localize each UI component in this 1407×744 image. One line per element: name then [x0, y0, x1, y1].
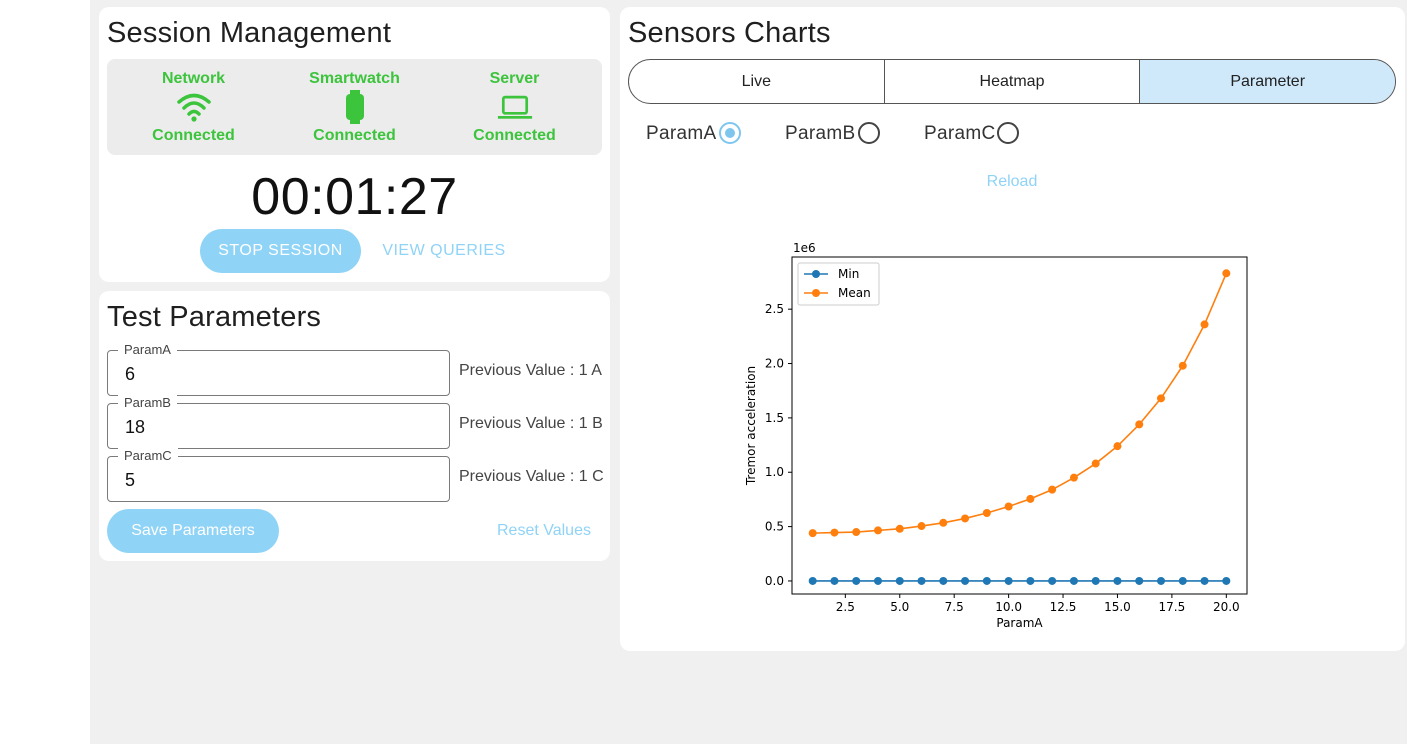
x-tick-label: 20.0	[1213, 600, 1240, 614]
data-point-mean	[939, 518, 948, 527]
data-point-mean	[982, 509, 991, 518]
session-timer: 00:01:27	[251, 168, 458, 226]
save-parameters-button[interactable]: Save Parameters	[107, 509, 279, 553]
x-tick-label: 12.5	[1050, 600, 1077, 614]
param-a-field[interactable]: ParamA 6	[107, 342, 450, 396]
data-point-min	[1178, 576, 1187, 585]
data-point-min	[1026, 576, 1035, 585]
data-point-mean	[961, 514, 970, 523]
params-title: Test Parameters	[107, 301, 322, 333]
data-point-mean	[1113, 442, 1122, 451]
data-point-min	[1135, 576, 1144, 585]
data-point-mean	[1004, 502, 1013, 511]
data-point-mean	[1178, 361, 1187, 370]
param-c-field[interactable]: ParamC 5	[107, 448, 450, 502]
param-c-label: ParamC	[118, 448, 178, 463]
data-point-mean	[1026, 494, 1035, 503]
status-server-state: Connected	[473, 127, 556, 144]
legend-label-min: Min	[838, 267, 859, 281]
connection-status-panel: Network Connected Smartwatch Connected S…	[107, 59, 602, 155]
data-point-mean	[830, 528, 839, 537]
data-point-min	[1069, 576, 1078, 585]
laptop-icon	[497, 95, 532, 119]
data-point-min	[1004, 576, 1013, 585]
data-point-min	[895, 576, 904, 585]
data-point-mean	[808, 529, 817, 538]
data-point-mean	[1222, 269, 1231, 278]
y-scale-label: 1e6	[793, 241, 816, 255]
wifi-icon	[176, 93, 211, 122]
param-c-value[interactable]: 5	[125, 470, 135, 491]
data-point-mean	[1048, 485, 1057, 494]
status-server-label: Server	[489, 70, 540, 87]
session-title: Session Management	[107, 17, 392, 49]
data-point-min	[830, 576, 839, 585]
data-point-min	[917, 576, 926, 585]
param-a-previous: Previous Value : 1 A	[459, 362, 602, 379]
status-network-label: Network	[161, 70, 226, 87]
data-point-mean	[1157, 394, 1166, 403]
status-server: Server Connected	[432, 59, 597, 155]
x-axis-label: ParamA	[996, 616, 1043, 630]
y-tick-label: 2.5	[765, 302, 784, 316]
y-axis-label: Tremor acceleration	[744, 366, 758, 486]
param-c-previous: Previous Value : 1 C	[459, 468, 604, 485]
reset-values-button[interactable]: Reset Values	[489, 509, 599, 553]
y-tick-label: 1.0	[765, 465, 784, 479]
data-point-min	[1222, 576, 1231, 585]
legend-marker-min	[812, 270, 820, 278]
status-smartwatch-label: Smartwatch	[309, 70, 400, 87]
data-point-min	[1113, 576, 1122, 585]
data-point-mean	[873, 526, 882, 535]
status-smartwatch: Smartwatch Connected	[272, 59, 437, 155]
data-point-mean	[1069, 473, 1078, 482]
status-network: Network Connected	[111, 59, 276, 155]
x-tick-label: 15.0	[1104, 600, 1131, 614]
data-point-min	[1200, 576, 1209, 585]
parameter-chart: 2.5 5.0 7.5 10.0 12.5 15.0 17.5 20.0 0.0 0.5 1.0 1.…	[744, 241, 1248, 630]
status-smartwatch-state: Connected	[313, 127, 396, 144]
legend-label-mean: Mean	[838, 286, 871, 300]
view-queries-button[interactable]: VIEW QUERIES	[369, 229, 519, 273]
plot-area	[791, 256, 1248, 595]
param-b-previous: Previous Value : 1 B	[459, 415, 603, 432]
status-network-state: Connected	[152, 127, 235, 144]
test-parameters-card: Test Parameters ParamA 6 Previous Value …	[99, 291, 610, 561]
y-tick-label: 0.0	[765, 574, 784, 588]
param-a-label: ParamA	[118, 342, 177, 357]
data-point-min	[939, 576, 948, 585]
param-a-value[interactable]: 6	[125, 364, 135, 385]
data-point-min	[1048, 576, 1057, 585]
session-management-card: Session Management Network Connected Sma…	[99, 7, 610, 282]
data-point-mean	[895, 524, 904, 533]
y-tick-label: 0.5	[765, 520, 784, 534]
y-tick-label: 2.0	[765, 357, 784, 371]
x-tick-label: 7.5	[945, 600, 964, 614]
data-point-mean	[917, 522, 926, 531]
data-point-min	[1091, 576, 1100, 585]
stop-session-button[interactable]: STOP SESSION	[200, 229, 361, 273]
data-point-min	[961, 576, 970, 585]
x-tick-label: 5.0	[890, 600, 909, 614]
data-point-mean	[1135, 420, 1144, 429]
x-tick-label: 2.5	[836, 600, 855, 614]
data-point-min	[1157, 576, 1166, 585]
param-b-field[interactable]: ParamB 18	[107, 395, 450, 449]
data-point-min	[982, 576, 991, 585]
x-tick-label: 17.5	[1159, 600, 1186, 614]
param-b-label: ParamB	[118, 395, 177, 410]
data-point-min	[852, 576, 861, 585]
param-b-value[interactable]: 18	[125, 417, 145, 438]
y-tick-label: 1.5	[765, 411, 784, 425]
data-point-min	[873, 576, 882, 585]
sensors-charts-card: Sensors Charts Live Heatmap Parameter Pa…	[620, 7, 1405, 651]
x-tick-label: 10.0	[995, 600, 1022, 614]
data-point-mean	[1091, 459, 1100, 468]
smartwatch-icon	[345, 90, 364, 124]
left-margin	[0, 0, 90, 744]
data-point-mean	[852, 528, 861, 537]
legend-marker-mean	[812, 289, 820, 297]
data-point-min	[808, 576, 817, 585]
data-point-mean	[1200, 320, 1209, 329]
